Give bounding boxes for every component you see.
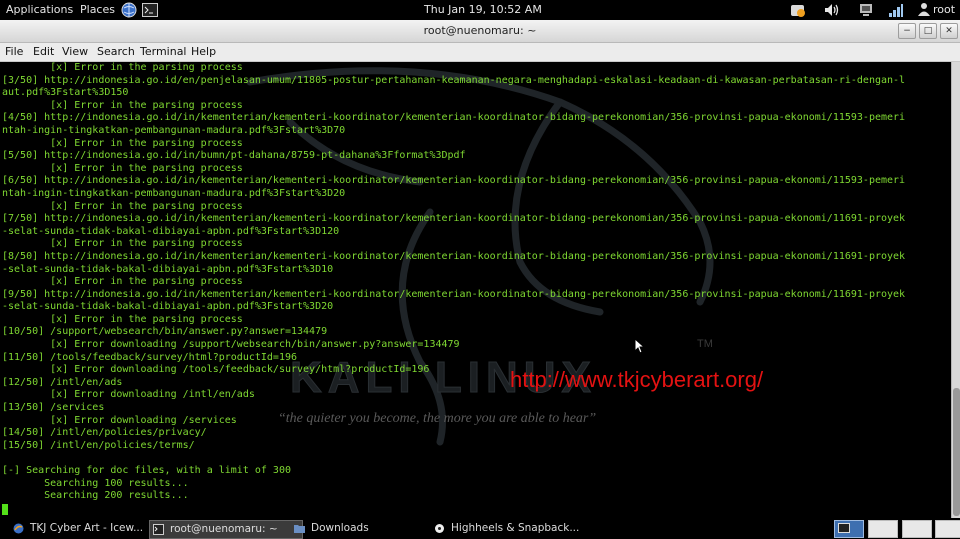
terminal-icon — [153, 524, 164, 535]
update-notifier-icon[interactable] — [790, 2, 806, 21]
top-panel: Applications Places Thu Jan 19, 10:52 AM… — [0, 0, 960, 20]
terminal-line: [x] Error in the parsing process — [2, 238, 243, 250]
terminal-line: [-] Searching for doc files, with a limi… — [2, 465, 291, 476]
terminal-line: [6/50] http://indonesia.go.id/in/kemente… — [2, 175, 906, 187]
terminal-line: [x] Error in the parsing process — [2, 62, 243, 73]
terminal-line: [13/50] /services — [2, 402, 105, 414]
terminal-line: ntah-ingin-tingkatkan-pembangunan-madura… — [2, 187, 346, 199]
iceweasel-icon — [13, 523, 24, 534]
watermark-url: http://www.tkjcyberart.org/ — [510, 367, 764, 392]
terminal-line: [x] Error in the parsing process — [2, 137, 243, 149]
minimize-button[interactable]: − — [898, 23, 916, 39]
terminal-line: [x] Error in the parsing process — [2, 200, 243, 212]
workspace-2[interactable] — [868, 520, 898, 538]
bottom-taskbar: TKJ Cyber Art - Icew... root@nuenomaru: … — [0, 518, 960, 539]
user-icon[interactable] — [918, 2, 930, 19]
task-iceweasel[interactable]: TKJ Cyber Art - Icew... — [10, 520, 158, 537]
terminal-cursor — [2, 504, 8, 515]
user-menu[interactable]: root — [933, 3, 955, 16]
terminal-line: Searching 100 results... — [2, 477, 189, 489]
volume-icon[interactable] — [823, 2, 841, 21]
terminal-line: [5/50] http://indonesia.go.id/in/bumn/pt… — [2, 150, 466, 162]
task-downloads[interactable]: Downloads — [291, 520, 441, 537]
terminal-line: Searching 200 results... — [2, 490, 189, 502]
terminal-line: [x] Error downloading /services — [2, 414, 237, 426]
terminal-output: [x] Error in the parsing process [3/50] h… — [2, 62, 905, 503]
task-label: root@nuenomaru: ~ — [170, 523, 278, 535]
menu-edit[interactable]: Edit — [33, 45, 54, 58]
terminal-line: [x] Error downloading /intl/en/ads — [2, 389, 255, 401]
mouse-pointer-icon — [634, 338, 645, 354]
close-button[interactable]: ✕ — [940, 23, 958, 39]
places-menu[interactable]: Places — [80, 3, 115, 16]
terminal-line: [x] Error in the parsing process — [2, 313, 243, 325]
terminal-line: [4/50] http://indonesia.go.id/in/kemente… — [2, 112, 906, 124]
terminal-line: [x] Error in the parsing process — [2, 162, 243, 174]
menu-view[interactable]: View — [62, 45, 88, 58]
terminal-line: [7/50] http://indonesia.go.id/in/kemente… — [2, 213, 906, 225]
task-media-player[interactable]: Highheels & Snapback... — [431, 520, 601, 537]
workspace-1[interactable] — [834, 520, 864, 538]
media-player-icon — [435, 524, 444, 533]
terminal-launcher-icon[interactable] — [142, 2, 158, 21]
terminal-line: -selat-sunda-tidak-bakal-dibiayai-apbn.p… — [2, 263, 334, 275]
terminal-line: [10/50] /support/websearch/bin/answer.py… — [2, 326, 328, 338]
terminal-line: -selat-sunda-tidak-bakal-dibiayai-apbn.p… — [2, 225, 340, 237]
terminal-line: [x] Error in the parsing process — [2, 276, 243, 288]
web-browser-icon[interactable] — [121, 2, 137, 21]
menu-file[interactable]: File — [5, 45, 23, 58]
menu-help[interactable]: Help — [191, 45, 216, 58]
terminal-area[interactable]: KALI LINUX TM “the quieter you become, t… — [0, 62, 951, 518]
terminal-line: [x] Error downloading /tools/feedback/su… — [2, 364, 430, 376]
workspace-3[interactable] — [902, 520, 932, 538]
terminal-line: [11/50] /tools/feedback/survey/html?prod… — [2, 351, 298, 363]
folder-icon — [294, 525, 305, 533]
terminal-line: [3/50] http://indonesia.go.id/en/penjela… — [2, 74, 906, 86]
task-label: TKJ Cyber Art - Icew... — [30, 522, 144, 534]
terminal-line: [15/50] /intl/en/policies/terms/ — [2, 439, 195, 451]
task-label: Downloads — [311, 522, 369, 534]
terminal-line: [x] Error downloading /support/websearch… — [2, 339, 460, 351]
task-terminal[interactable]: root@nuenomaru: ~ — [149, 520, 303, 539]
maximize-button[interactable]: □ — [919, 23, 937, 39]
terminal-mini-icon — [838, 523, 850, 533]
clock[interactable]: Thu Jan 19, 10:52 AM — [424, 3, 542, 16]
network-icon[interactable] — [858, 2, 874, 21]
terminal-line: [x] Error in the parsing process — [2, 99, 243, 111]
terminal-line: [8/50] http://indonesia.go.id/in/kemente… — [2, 250, 906, 262]
terminal-line: [9/50] http://indonesia.go.id/in/kemente… — [2, 288, 906, 300]
menu-bar: File Edit View Search Terminal Help — [0, 43, 960, 62]
applications-menu[interactable]: Applications — [6, 3, 73, 16]
menu-search[interactable]: Search — [97, 45, 135, 58]
terminal-line: -selat-sunda-tidak-bakal-dibiayai-apbn.p… — [2, 301, 334, 313]
menu-terminal[interactable]: Terminal — [140, 45, 187, 58]
signal-strength-icon[interactable] — [888, 2, 904, 21]
terminal-line: [12/50] /intl/en/ads — [2, 376, 123, 388]
window-title: root@nuenomaru: ~ — [423, 24, 537, 37]
terminal-line: aut.pdf%3Fstart%3D150 — [2, 87, 129, 99]
terminal-scrollbar[interactable] — [951, 62, 960, 518]
terminal-line: [14/50] /intl/en/policies/privacy/ — [2, 427, 207, 439]
terminal-line: ntah-ingin-tingkatkan-pembangunan-madura… — [2, 124, 346, 136]
workspace-4[interactable] — [935, 520, 960, 538]
task-label: Highheels & Snapback... — [451, 522, 580, 534]
window-titlebar[interactable]: root@nuenomaru: ~ − □ ✕ — [0, 20, 960, 43]
scrollbar-thumb[interactable] — [953, 388, 960, 516]
